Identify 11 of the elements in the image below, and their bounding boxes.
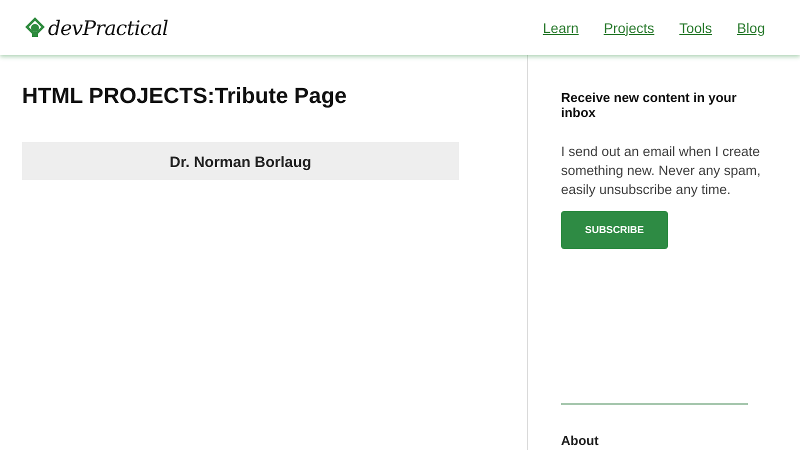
embed-heading: Dr. Norman Borlaug bbox=[170, 154, 312, 171]
nav-link[interactable]: Projects bbox=[604, 20, 654, 36]
newsletter-text: I send out an email when I create something new. Never any spam, easily unsubscribe any time. bbox=[561, 143, 761, 199]
nav-link[interactable]: Tools bbox=[679, 20, 712, 36]
nav-link[interactable]: Blog bbox=[736, 20, 765, 36]
subscribe-button[interactable]: SUBSCRIBE bbox=[561, 211, 668, 249]
newsletter-title: Receive new content in your inbox bbox=[561, 90, 738, 120]
nav-link[interactable]: Learn bbox=[542, 20, 579, 36]
page-title: HTML PROJECTS:Tribute Page bbox=[22, 83, 348, 109]
site-logo[interactable]: devPractical bbox=[24, 16, 168, 40]
about-title: About bbox=[561, 433, 600, 448]
